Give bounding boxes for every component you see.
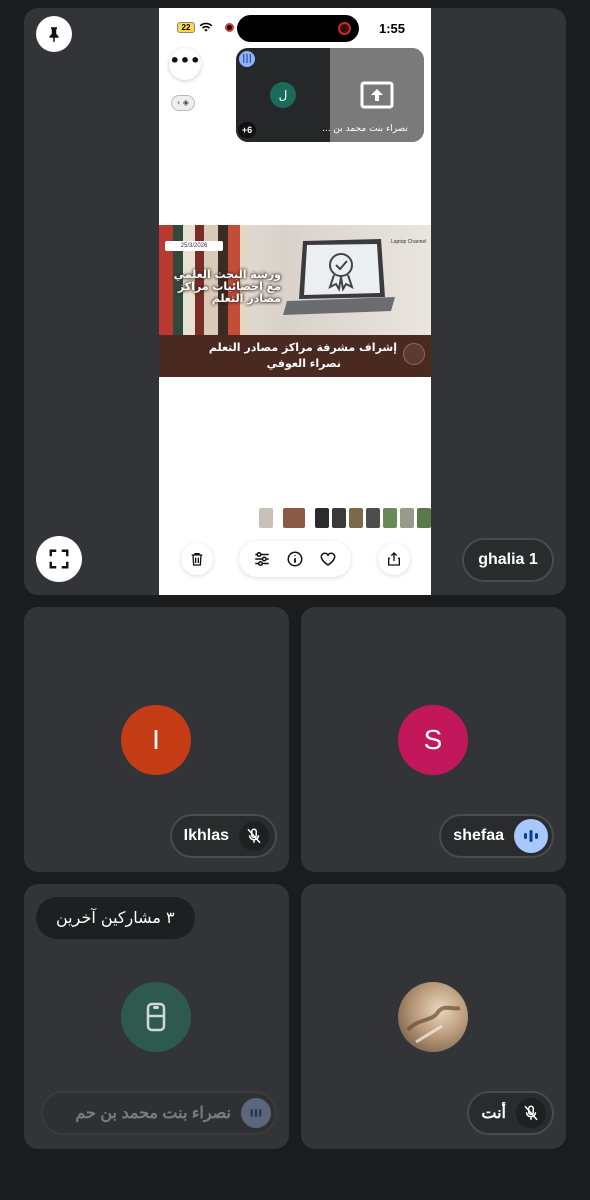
info-icon[interactable] [286, 550, 304, 568]
photo-thumbnail[interactable] [366, 508, 380, 528]
mic-off-icon [524, 1105, 538, 1121]
participant-name-pill: Ikhlas [169, 814, 277, 858]
speaking-indicator [514, 819, 548, 853]
participant-count-badge: +6 [238, 122, 256, 138]
participant-tile[interactable]: I Ikhlas [24, 607, 289, 872]
laptop-brand-label: Laptop Channel [391, 239, 427, 245]
participant-name: نصراء بنت محمد بن حم [75, 1105, 231, 1122]
fullscreen-button[interactable] [36, 536, 82, 582]
participant-name: أنت [481, 1105, 506, 1122]
poster-title: ورشة البحث العلمي مع اخصائيات مراكز مصاد… [173, 268, 281, 305]
wifi-icon [199, 22, 213, 32]
avatar [121, 982, 191, 1052]
more-options-button[interactable]: ••• [169, 48, 201, 80]
laptop-illustration-icon [283, 239, 395, 315]
scan-text-icon[interactable] [403, 343, 425, 365]
pin-button[interactable] [36, 16, 72, 52]
photo-thumbnail[interactable] [332, 508, 346, 528]
photo-thumbnail-strip[interactable] [259, 508, 431, 528]
screen-record-icon [338, 22, 351, 35]
phone-status-bar: 22 1:55 [159, 8, 431, 48]
edit-tool-group [239, 541, 351, 577]
audio-bars-icon: ||| [239, 51, 255, 67]
poster-supervisor-line: إشراف مشرفة مراكز مصادر التعلم [208, 341, 397, 354]
phone-clock: 1:55 [378, 21, 405, 36]
other-participants-count[interactable]: ٣ مشاركين آخرين [36, 897, 195, 939]
poster-image[interactable]: 25/3/2026 ورشة البحث العلمي مع اخصائيات … [159, 225, 431, 377]
participant-name-pill: أنت [467, 1091, 554, 1135]
photo-thumbnail[interactable] [400, 508, 414, 528]
audio-bars-indicator [241, 1098, 271, 1128]
photo-thumbnail[interactable] [315, 508, 329, 528]
self-participant-tile[interactable]: أنت [301, 884, 566, 1149]
thumbnail-gap [276, 508, 280, 528]
participant-name: ghalia 1 [478, 551, 538, 568]
screen-share-icon [360, 81, 394, 109]
battery-indicator: 22 [177, 22, 195, 33]
photo-thumbnail[interactable] [283, 508, 305, 528]
participant-name: shefaa [453, 827, 504, 844]
thumbnail-gap [308, 508, 312, 528]
participant-name-pill: نصراء بنت محمد بن حم [41, 1091, 277, 1135]
mic-muted-indicator [239, 821, 269, 851]
mini-call-window[interactable]: ||| ل +6 نصراء بنت محمد بن ... [236, 48, 424, 142]
audio-level-icon [524, 830, 538, 842]
trash-icon [191, 553, 203, 566]
avatar: S [398, 705, 468, 775]
photo-thumbnail[interactable] [259, 508, 273, 528]
participant-tile[interactable]: S shefaa [301, 607, 566, 872]
avatar [398, 982, 468, 1052]
photo-thumbnail[interactable] [383, 508, 397, 528]
mic-muted-indicator [516, 1098, 546, 1128]
poster-date: 25/3/2026 [165, 241, 223, 251]
main-participant-tile[interactable]: 22 1:55 ••• ‹ ◈ ||| ل +6 نصراء بنت محمد … [24, 8, 566, 595]
participant-name: Ikhlas [183, 827, 229, 844]
shared-screen: 22 1:55 ••• ‹ ◈ ||| ل +6 نصراء بنت محمد … [159, 8, 431, 595]
share-icon [388, 552, 400, 566]
other-participants-tile[interactable]: ٣ مشاركين آخرين نصراء بنت محمد بن حم [24, 884, 289, 1149]
heart-icon[interactable] [319, 550, 337, 568]
participant-name-pill: shefaa [439, 814, 554, 858]
delete-button[interactable] [181, 543, 213, 575]
mini-call-name: نصراء بنت محمد بن ... [321, 124, 408, 134]
recording-dot-icon [225, 23, 234, 32]
share-button[interactable] [378, 543, 410, 575]
pin-icon [49, 27, 59, 43]
profile-photo-icon [406, 1005, 461, 1044]
poster-supervisor-name: نصراء العوفي [266, 357, 341, 370]
mic-off-icon [247, 828, 261, 844]
fullscreen-icon [49, 549, 69, 569]
participant-name-pill: ghalia 1 [462, 538, 554, 582]
mini-avatar: ل [270, 82, 296, 108]
phone-icon [146, 1002, 166, 1032]
dynamic-island [237, 15, 359, 42]
audio-level-icon [250, 1109, 262, 1117]
ar-toggle-button[interactable]: ‹ ◈ [171, 95, 195, 111]
avatar: I [121, 705, 191, 775]
adjust-icon[interactable] [253, 550, 271, 568]
photo-thumbnail[interactable] [349, 508, 363, 528]
photo-thumbnail[interactable] [417, 508, 431, 528]
